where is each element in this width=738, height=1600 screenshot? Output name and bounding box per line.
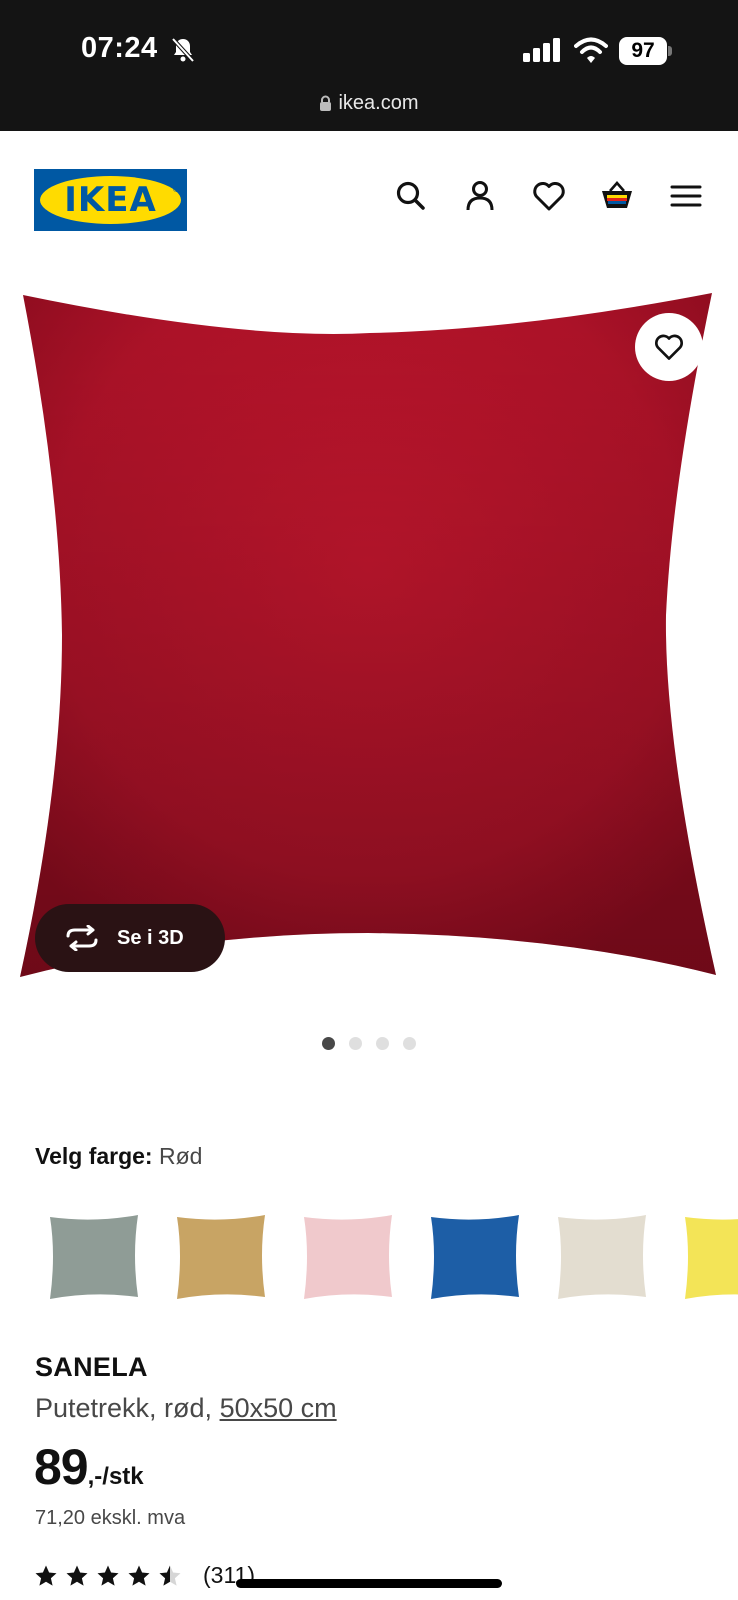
- product-rating[interactable]: (311): [34, 1562, 255, 1589]
- color-swatch-grey[interactable]: [44, 1205, 144, 1305]
- color-selector-label: Velg farge: Rød: [35, 1143, 202, 1170]
- rotate-3d-icon: [66, 925, 98, 951]
- color-swatch-yellow[interactable]: [679, 1205, 738, 1305]
- home-indicator: [236, 1579, 502, 1588]
- pagination-dot[interactable]: [376, 1037, 389, 1050]
- pagination-dot[interactable]: [403, 1037, 416, 1050]
- product-image: [20, 293, 716, 977]
- pagination-dot[interactable]: [322, 1037, 335, 1050]
- wifi-icon: [574, 37, 608, 63]
- half-star-icon: [159, 1565, 181, 1586]
- gallery-pagination: [0, 1037, 738, 1050]
- logo-text: IKEA: [64, 180, 157, 220]
- view-in-3d-button[interactable]: Se i 3D: [35, 904, 225, 972]
- status-bar: 07:24 97 ikea.com: [0, 0, 738, 131]
- color-swatches: [0, 1205, 738, 1305]
- star-icon: [35, 1565, 57, 1586]
- star-icon: [128, 1565, 150, 1586]
- menu-icon[interactable]: [668, 178, 704, 214]
- site-header: IKEA ®: [0, 131, 738, 261]
- cellular-signal-icon: [523, 38, 560, 62]
- heart-icon: [655, 334, 683, 360]
- battery-indicator: 97: [619, 37, 672, 65]
- search-icon[interactable]: [393, 178, 429, 214]
- save-to-favorites-button[interactable]: [635, 313, 703, 381]
- product-size-link[interactable]: 50x50 cm: [220, 1393, 337, 1423]
- product-description: Putetrekk, rød, 50x50 cm: [35, 1393, 337, 1424]
- color-swatch-natural[interactable]: [552, 1205, 652, 1305]
- star-icon: [97, 1565, 119, 1586]
- account-icon[interactable]: [462, 178, 498, 214]
- address-bar[interactable]: ikea.com: [0, 92, 738, 115]
- color-swatch-golden[interactable]: [171, 1205, 271, 1305]
- lock-icon: [320, 95, 332, 111]
- silent-bell-icon: [171, 37, 195, 63]
- pagination-dot[interactable]: [349, 1037, 362, 1050]
- view-in-3d-label: Se i 3D: [117, 926, 184, 949]
- selected-color: Rød: [159, 1143, 203, 1169]
- clock: 07:24: [81, 32, 158, 64]
- price-suffix: ,-/stk: [87, 1463, 144, 1490]
- battery-level: 97: [619, 37, 667, 65]
- ikea-logo[interactable]: IKEA ®: [34, 169, 187, 231]
- product-name: SANELA: [35, 1352, 148, 1382]
- url-text: ikea.com: [338, 92, 419, 114]
- cart-icon[interactable]: [599, 178, 635, 214]
- product-type: Putetrekk, rød,: [35, 1393, 220, 1423]
- star-icon: [66, 1565, 88, 1586]
- color-label-title: Velg farge:: [35, 1143, 153, 1169]
- price-value: 89: [34, 1439, 89, 1495]
- color-swatch-pink[interactable]: [298, 1205, 398, 1305]
- heart-icon[interactable]: [531, 178, 567, 214]
- product-price: 89,-/stk: [34, 1438, 144, 1496]
- price-excl-vat: 71,20 ekskl. mva: [35, 1507, 186, 1529]
- product-gallery[interactable]: Se i 3D: [0, 285, 738, 1005]
- color-swatch-blue[interactable]: [425, 1205, 525, 1305]
